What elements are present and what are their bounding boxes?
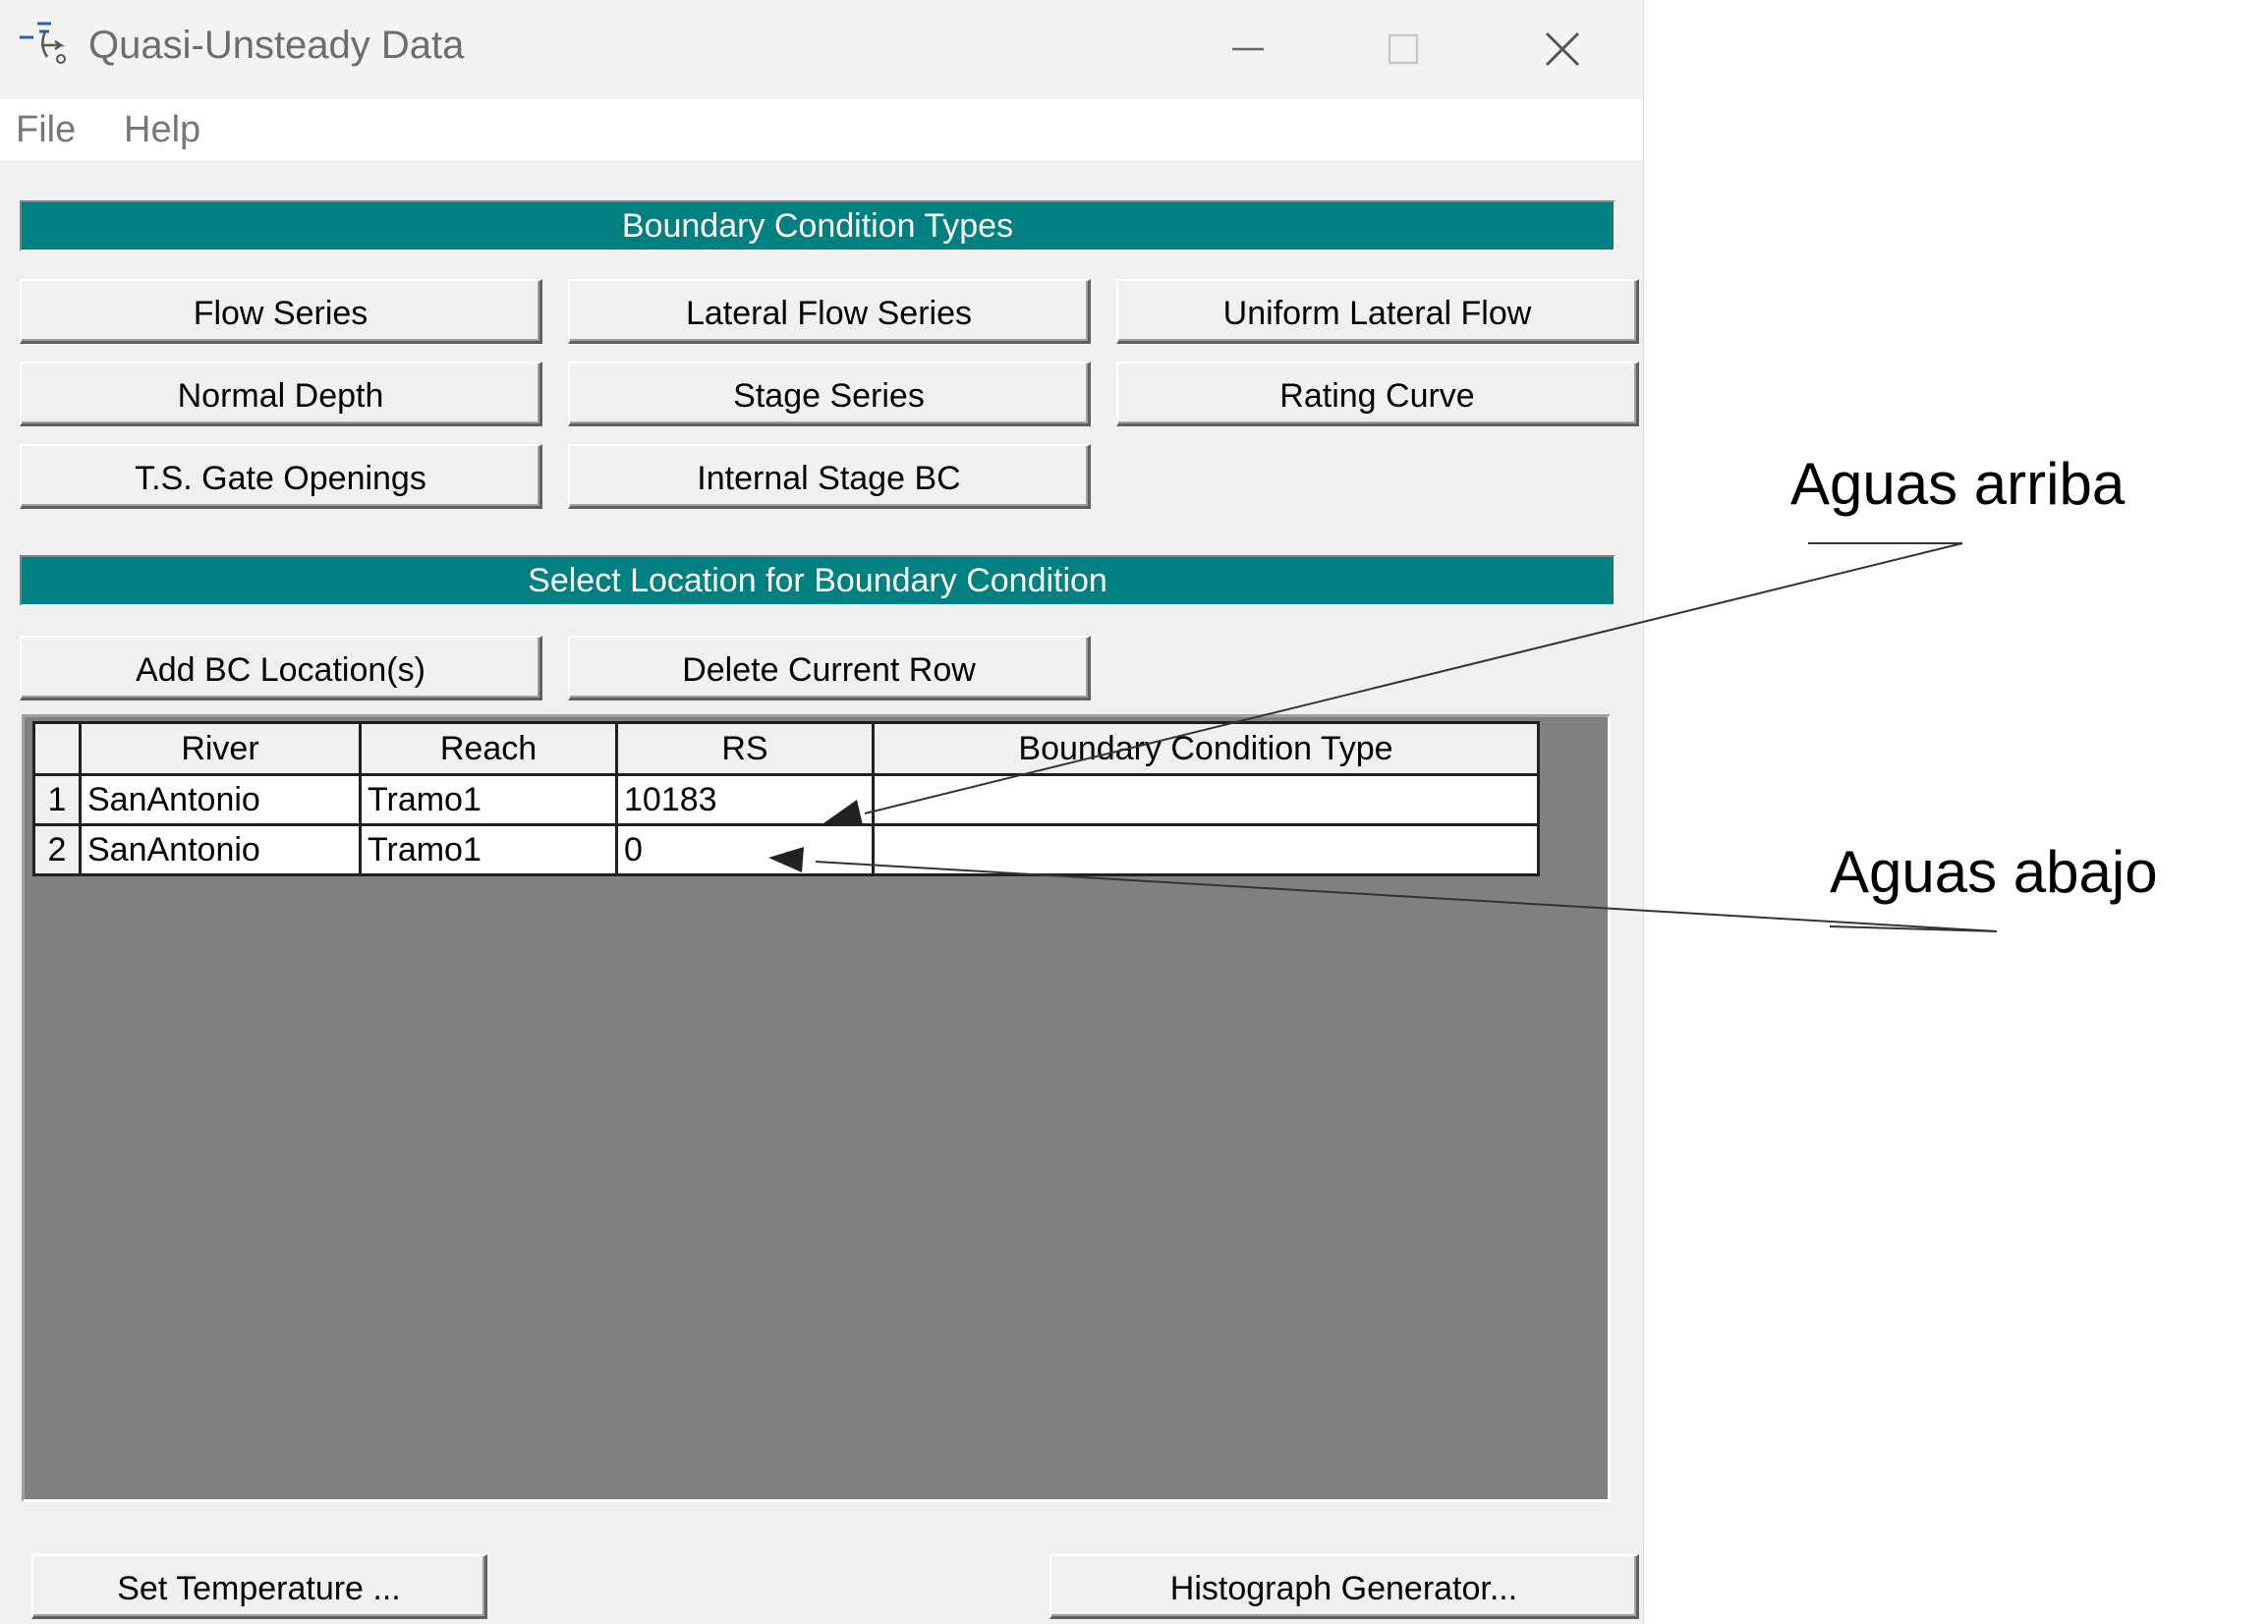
upstream-arrow [823,542,1963,825]
downstream-arrow [768,847,1998,932]
annotation-arrows [768,542,1998,932]
